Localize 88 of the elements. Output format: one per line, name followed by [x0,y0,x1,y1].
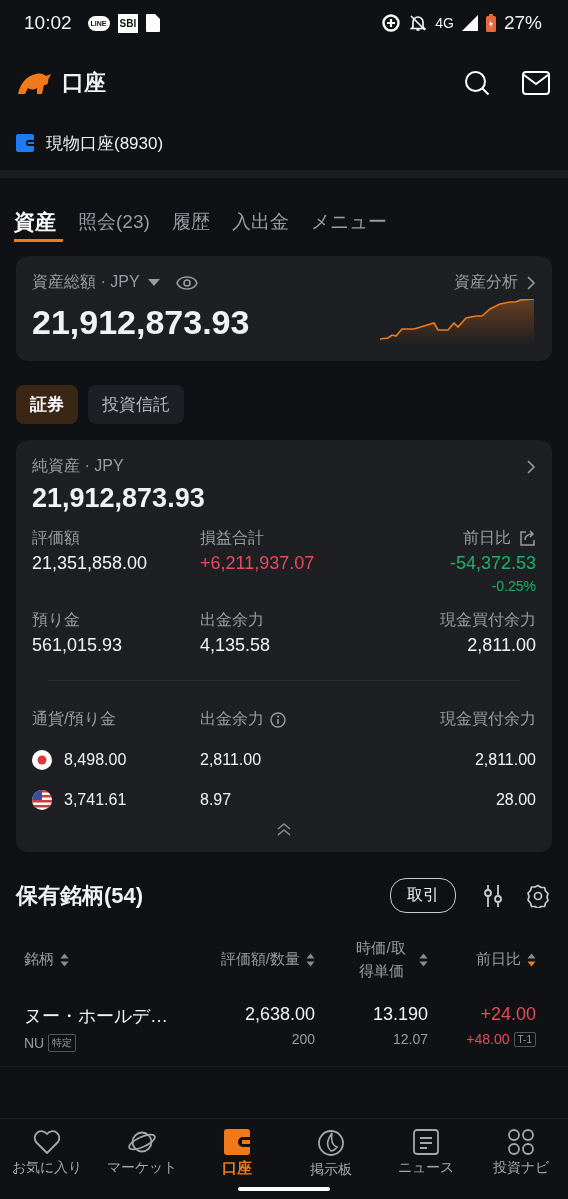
table-cell: 3,741.61 [64,791,127,809]
chevron-right-icon[interactable] [526,275,536,290]
collapse-icon[interactable] [276,822,292,836]
tab[interactable]: 入出金 [224,205,296,241]
eye-icon[interactable] [175,275,198,290]
metric-label: 前日比 [463,528,511,548]
sliders-icon[interactable] [482,883,504,908]
chevron-right-icon[interactable] [526,459,536,474]
wallet-icon [16,134,34,152]
stock-name[interactable]: ヌー・ホールデ… [24,1004,168,1028]
net-assets-label: 純資産 · JPY [32,456,124,476]
sort-icon[interactable] [419,951,428,968]
metric-value: -54,372.53 [449,553,536,574]
settlement-tag: T-1 [513,1031,536,1047]
holdings-title: 保有銘柄(54) [16,881,144,910]
tab[interactable]: メニュー [303,205,394,241]
nav-tab[interactable]: 投資ナビ [473,1129,568,1179]
total-label: 資産総額 · JPY [32,272,140,292]
table-cell: +24.00 [480,1004,536,1025]
metric-label: 現金買付余力 [440,610,536,630]
metric-value: 21,351,858.00 [32,553,149,574]
column-header: 出金余力 [200,709,264,729]
data-saver-icon [381,13,402,33]
grid-icon [507,1129,534,1155]
table-cell: 8,498.00 [64,751,127,769]
metric-value: 561,015.93 [32,635,124,656]
column-header[interactable]: 時価/取得単価 [349,937,413,982]
table-cell: 28.00 [495,791,536,809]
trade-button[interactable]: 取引 [390,878,456,913]
wallet-icon [223,1129,250,1155]
settings-icon[interactable] [526,883,550,908]
column-header[interactable]: 前日比 [476,948,521,971]
planet-icon [127,1129,157,1155]
share-icon[interactable] [519,530,536,547]
metric-label: 損益合計 [200,528,264,548]
document-icon [413,1129,439,1155]
column-header: 現金買付余力 [440,709,536,729]
battery-level: 27% [503,12,542,34]
sort-icon[interactable] [60,951,69,968]
board-icon [317,1129,346,1157]
table-cell-text: 8.97 [200,791,233,809]
nav-tab[interactable]: ニュース [378,1129,474,1179]
sort-icon[interactable] [527,951,536,968]
table-cell-text: 2,811.00 [200,751,263,769]
asset-analysis-link[interactable]: 資産分析 [454,272,518,293]
table-cell: 2,638.00 [244,1004,315,1025]
ticker: NU [24,1035,45,1051]
heart-icon [33,1129,62,1155]
battery-icon [485,14,496,32]
dropdown-caret-icon[interactable] [147,278,160,287]
status-time: 10:02 [24,12,72,34]
account-selector[interactable]: 現物口座(8930) [46,131,164,155]
network-type: 4G [435,15,454,31]
account-type-tag: 特定 [48,1034,77,1052]
sort-icon[interactable] [306,951,315,968]
mail-icon[interactable] [522,71,550,95]
table-cell: 12.07 [392,1031,428,1047]
column-header: 通貨/預り金 [32,709,118,729]
app-icon: SBI [117,13,139,33]
nav-tab[interactable]: 掲示板 [284,1129,379,1179]
table-cell: +48.00 [466,1031,510,1047]
metric-label: 評価額 [32,528,80,548]
total-value: 21,912,873.93 [32,302,250,342]
nav-tab[interactable]: マーケット [94,1129,190,1179]
table-cell: 2,811.00 [474,751,536,769]
nav-tab[interactable]: 口座 [189,1129,284,1179]
segment-tab[interactable]: 投資信託 [88,385,184,424]
column-header[interactable]: 評価額/数量 [220,948,300,971]
document-icon [146,14,161,32]
column-header[interactable]: 銘柄 [24,948,54,971]
search-icon[interactable] [464,70,490,96]
metric-percent: -0.25% [491,578,536,594]
info-icon[interactable] [270,711,286,728]
table-cell: 200 [291,1031,315,1047]
metric-value: 2,811.00 [467,635,536,656]
tab[interactable]: 履歴 [164,205,217,241]
metric-value: 4,135.58 [200,635,272,656]
metric-value: +6,211,937.07 [200,553,316,574]
segment-tab[interactable]: 証券 [16,385,78,424]
tab[interactable]: 照会(23) [71,205,157,241]
nav-tab[interactable]: お気に入り [0,1129,95,1179]
signal-icon [461,15,478,31]
bell-muted-icon [409,14,428,32]
metric-label: 預り金 [32,610,80,630]
page-title: 口座 [62,69,106,97]
metric-label: 出金余力 [200,610,264,630]
net-assets-value: 21,912,873.93 [32,483,206,514]
table-cell: 13.190 [372,1004,428,1025]
